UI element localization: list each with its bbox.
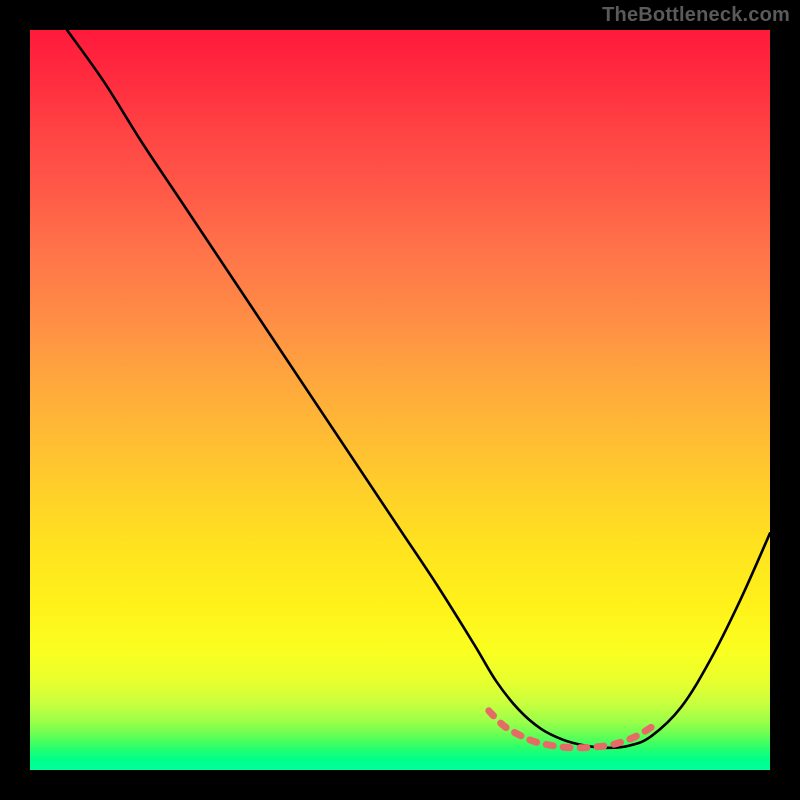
curve-layer	[30, 30, 770, 770]
watermark-text: TheBottleneck.com	[602, 4, 790, 27]
plot-area	[30, 30, 770, 770]
chart-frame: TheBottleneck.com	[0, 0, 800, 800]
main-curve	[67, 30, 770, 748]
